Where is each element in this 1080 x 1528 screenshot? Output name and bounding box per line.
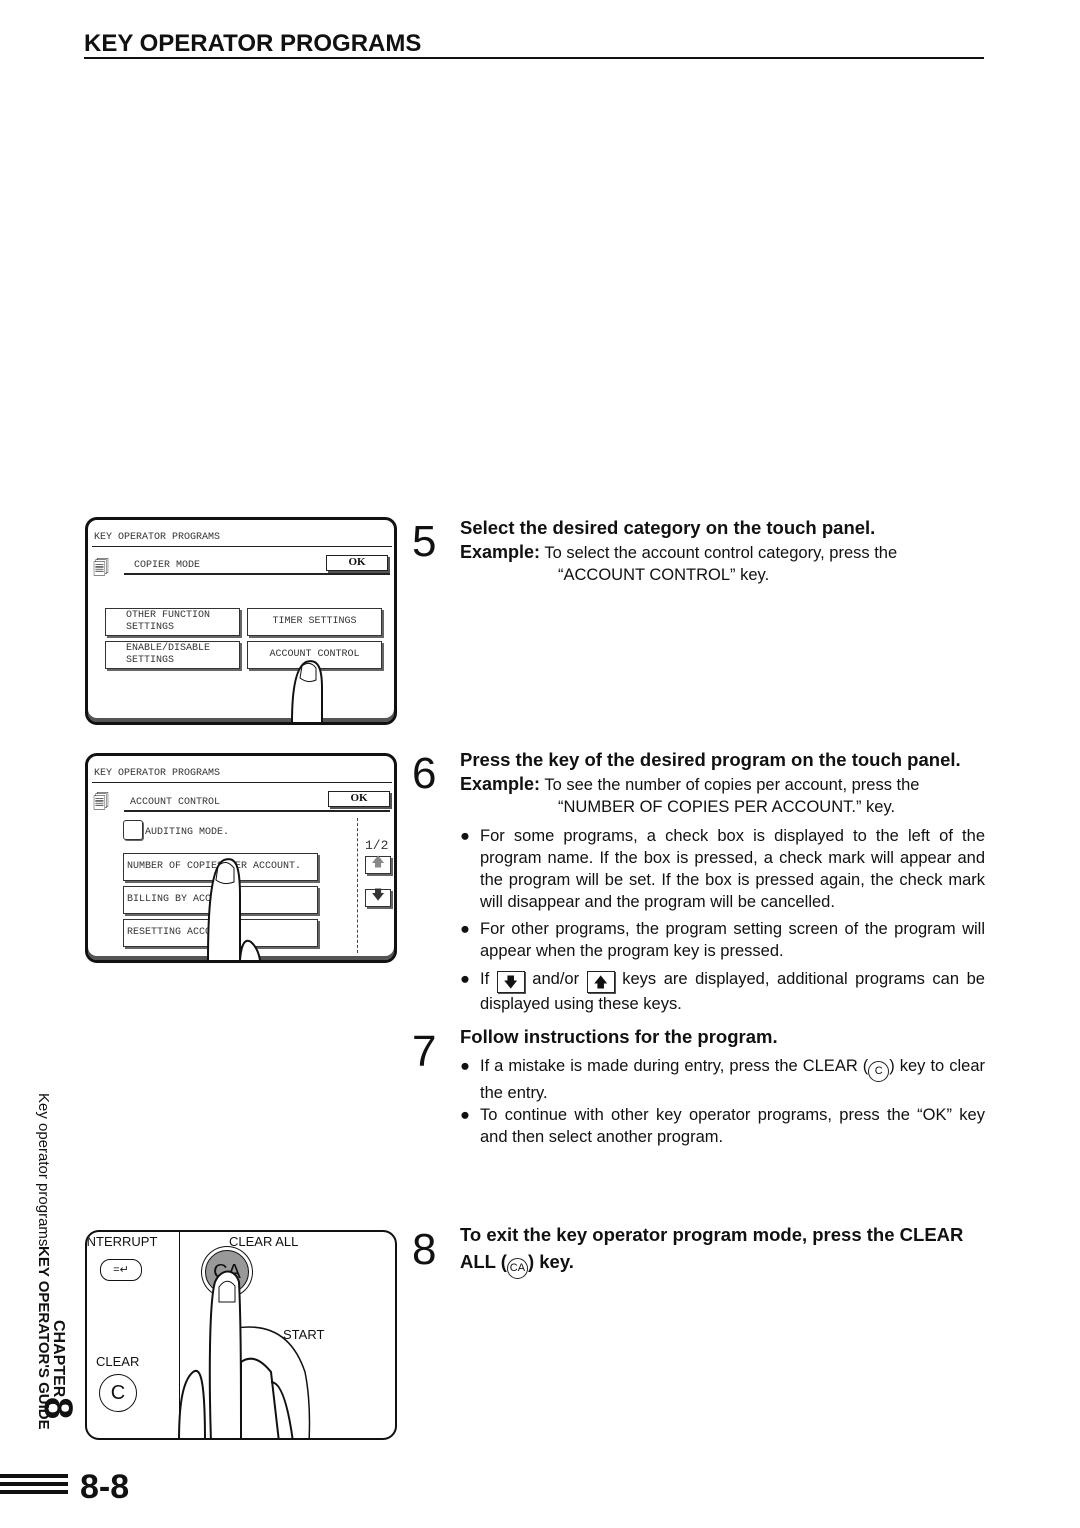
mode-label: COPIER MODE xyxy=(134,560,201,571)
step-number-5: 5 xyxy=(412,517,437,566)
auditing-mode-checkbox[interactable] xyxy=(123,820,143,840)
chapter-tab: CHAPTER 8 xyxy=(36,1320,80,1420)
footer-bars xyxy=(0,1474,68,1494)
step-number-6: 6 xyxy=(412,749,437,798)
page-number: 8-8 xyxy=(80,1468,130,1506)
scroll-up-button[interactable]: 🡅 xyxy=(365,856,391,874)
title-rule xyxy=(84,57,984,59)
down-arrow-key-icon: 🡇 xyxy=(496,971,525,993)
up-arrow-key-icon: 🡅 xyxy=(586,971,615,993)
interrupt-button[interactable]: =↵ xyxy=(100,1259,142,1281)
auditing-mode-label: AUDITING MODE. xyxy=(145,827,230,838)
clear-all-label: CLEAR ALL xyxy=(229,1234,299,1249)
step-6-bullet-3: ● If 🡇 and/or 🡅 keys are displayed, addit… xyxy=(460,970,985,1013)
panel-title: KEY OPERATOR PROGRAMS xyxy=(94,532,221,543)
ok-button[interactable]: OK xyxy=(326,555,388,571)
touch-panel-account-control: KEY OPERATOR PROGRAMS 🗐 ACCOUNT CONTROL … xyxy=(85,753,397,963)
manual-page: KEY OPERATOR PROGRAMS KEY OPERATOR PROGR… xyxy=(0,0,1080,1528)
chapter-label: CHAPTER xyxy=(50,1320,67,1398)
interrupt-label: INTERRUPT xyxy=(85,1234,158,1249)
panel-title: KEY OPERATOR PROGRAMS xyxy=(94,768,221,779)
copier-icon: 🗐 xyxy=(93,560,109,577)
finger-pointer-icon xyxy=(207,858,261,960)
ok-button[interactable]: OK xyxy=(328,791,390,807)
step-number-8: 8 xyxy=(412,1225,437,1274)
step-7-bullet-2: ● To continue with other key operator pro… xyxy=(460,1106,985,1146)
page-indicator: 1/2 xyxy=(365,838,389,853)
finger-pointer-icon xyxy=(291,660,323,722)
clear-key-icon: C xyxy=(868,1060,890,1082)
step-8-heading: To exit the key operator program mode, p… xyxy=(460,1221,985,1279)
enable-disable-settings-button[interactable]: ENABLE/DISABLE SETTINGS xyxy=(105,641,240,669)
page-title: KEY OPERATOR PROGRAMS xyxy=(84,30,422,57)
step-7-heading: Follow instructions for the program. xyxy=(460,1026,778,1047)
step-5-heading: Select the desired category on the touch… xyxy=(460,517,876,538)
other-function-settings-button[interactable]: OTHER FUNCTION SETTINGS xyxy=(105,608,240,636)
copier-icon: 🗐 xyxy=(93,794,109,811)
section-label: Key operator programs xyxy=(35,1092,52,1247)
hand-pointer-icon xyxy=(178,1270,311,1438)
step-6-bullet-2: ● For other programs, the program setting… xyxy=(460,920,985,960)
operation-panel: INTERRUPT =↵ CLEAR C CLEAR ALL CA START xyxy=(85,1230,397,1440)
step-7-bullet-1: ● If a mistake is made during entry, pres… xyxy=(460,1057,985,1102)
step-5-example: Example: To select the account control c… xyxy=(460,542,898,584)
clear-label: CLEAR xyxy=(96,1354,140,1369)
step-6-example: Example: To see the number of copies per… xyxy=(460,774,920,816)
chapter-number: 8 xyxy=(36,1397,80,1420)
touch-panel-copier-mode: KEY OPERATOR PROGRAMS 🗐 COPIER MODE OK O… xyxy=(85,517,397,725)
clear-all-key-icon: CA xyxy=(506,1258,528,1279)
scroll-divider xyxy=(357,818,358,953)
mode-label: ACCOUNT CONTROL xyxy=(130,797,221,808)
step-number-7: 7 xyxy=(412,1027,437,1076)
step-6-bullet-1: ● For some programs, a check box is displ… xyxy=(460,827,985,911)
clear-button[interactable]: C xyxy=(99,1374,137,1412)
scroll-down-button[interactable]: 🡇 xyxy=(365,889,391,907)
timer-settings-button[interactable]: TIMER SETTINGS xyxy=(247,608,382,636)
step-6-heading: Press the key of the desired program on … xyxy=(460,749,961,770)
